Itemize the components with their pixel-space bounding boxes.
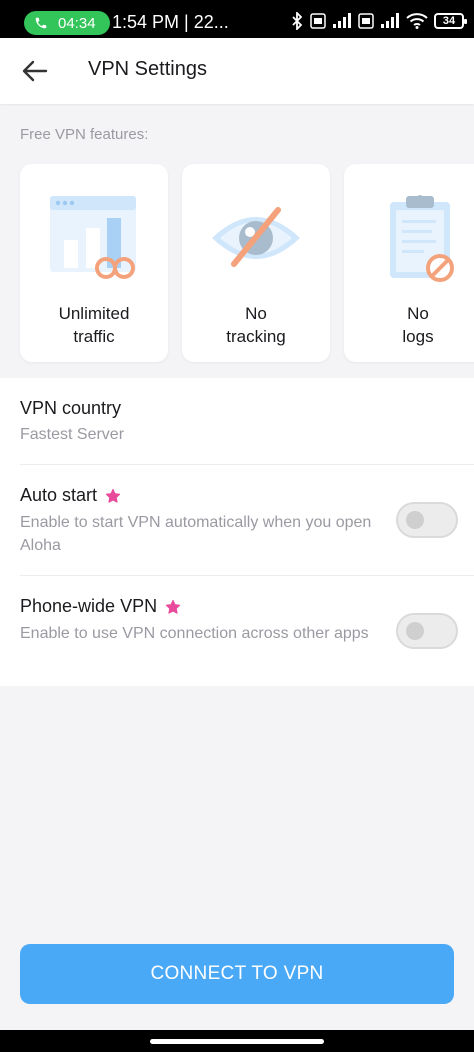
feature-card-unlimited-traffic: Unlimited traffic bbox=[20, 164, 168, 362]
unlimited-traffic-icon bbox=[50, 196, 136, 279]
auto-start-title: Auto start bbox=[20, 485, 98, 505]
features-section-label: Free VPN features: bbox=[20, 126, 149, 143]
premium-star-icon bbox=[105, 488, 121, 503]
feature-label: Unlimited traffic bbox=[58, 304, 130, 346]
phone-wide-vpn-toggle[interactable] bbox=[396, 613, 458, 649]
auto-start-description: Enable to start VPN automatically when y… bbox=[20, 514, 372, 554]
settings-list: VPN country Fastest Server Auto start En… bbox=[0, 378, 474, 686]
phone-wide-title-wrap: Phone-wide VPN bbox=[20, 596, 181, 617]
volte-icon bbox=[310, 13, 326, 29]
auto-start-row: Auto start Enable to start VPN automatic… bbox=[0, 465, 474, 575]
page-title: VPN Settings bbox=[88, 58, 207, 80]
home-gesture-handle[interactable] bbox=[150, 1039, 324, 1044]
phone-wide-vpn-row: Phone-wide VPN Enable to use VPN connect… bbox=[0, 576, 474, 686]
phone-wide-vpn-title: Phone-wide VPN bbox=[20, 596, 158, 616]
battery-icon: 34 bbox=[434, 13, 467, 29]
no-logs-icon bbox=[390, 195, 454, 282]
auto-start-title-wrap: Auto start bbox=[20, 485, 121, 506]
feature-card-no-logs: No logs bbox=[344, 164, 474, 362]
bluetooth-icon bbox=[292, 12, 303, 30]
auto-start-toggle[interactable] bbox=[396, 502, 458, 538]
status-icons: 34 bbox=[290, 12, 467, 30]
toggle-knob bbox=[406, 511, 424, 529]
no-tracking-icon bbox=[212, 207, 300, 267]
feature-label: No logs bbox=[402, 304, 434, 346]
phone-wide-vpn-description: Enable to use VPN connection across othe… bbox=[20, 625, 369, 642]
phone-icon bbox=[35, 17, 47, 29]
volte-icon-2 bbox=[358, 13, 374, 29]
navigation-bar bbox=[0, 1030, 474, 1052]
arrow-left-icon bbox=[22, 60, 48, 82]
premium-star-icon bbox=[165, 599, 181, 614]
connect-to-vpn-button[interactable]: CONNECT TO VPN bbox=[20, 944, 454, 1004]
call-timer: 04:34 bbox=[58, 14, 96, 32]
vpn-country-value: Fastest Server bbox=[20, 426, 125, 443]
status-time: 1:54 PM | 22... bbox=[112, 12, 229, 32]
toggle-knob bbox=[406, 622, 424, 640]
status-bar: 04:34 1:54 PM | 22... 34 bbox=[0, 0, 474, 38]
vpn-country-title: VPN country bbox=[20, 398, 122, 418]
wifi-icon bbox=[406, 13, 428, 29]
signal-icon-2 bbox=[381, 13, 399, 28]
vpn-country-row[interactable]: VPN country Fastest Server bbox=[0, 378, 474, 464]
signal-icon bbox=[333, 13, 351, 28]
features-carousel[interactable]: Unlimited traffic No tracking No logs bbox=[0, 160, 474, 370]
ongoing-call-pill[interactable]: 04:34 bbox=[24, 11, 110, 35]
back-button[interactable] bbox=[16, 52, 54, 90]
feature-label: No tracking bbox=[226, 304, 286, 346]
feature-card-no-tracking: No tracking bbox=[182, 164, 330, 362]
app-header: VPN Settings bbox=[0, 38, 474, 104]
